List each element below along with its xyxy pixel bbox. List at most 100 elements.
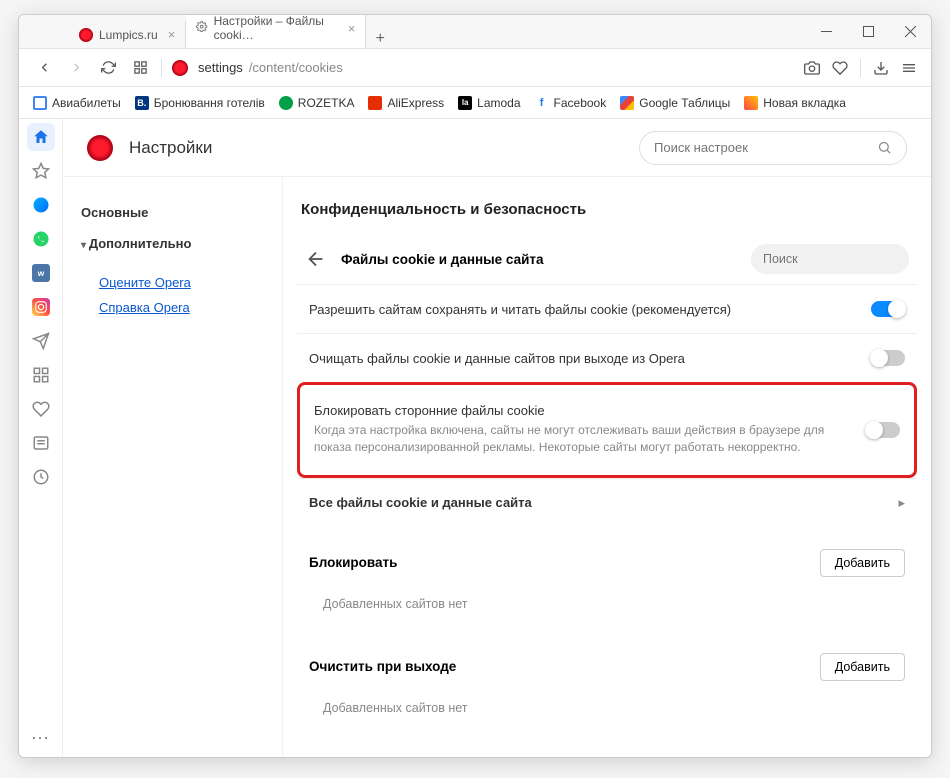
- svg-text:w: w: [36, 269, 44, 278]
- tab-lumpics[interactable]: Lumpics.ru ×: [69, 21, 186, 48]
- window-controls: [805, 15, 931, 48]
- toggle-block-thirdparty[interactable]: [866, 422, 900, 438]
- bookmark-aliexpress[interactable]: AliExpress: [368, 96, 444, 110]
- settings-search-input[interactable]: [654, 140, 877, 155]
- add-clear-button[interactable]: Добавить: [820, 653, 905, 681]
- url-path: /content/cookies: [249, 60, 343, 75]
- minimize-button[interactable]: [805, 15, 847, 48]
- reload-button[interactable]: [97, 57, 119, 79]
- dock-history-button[interactable]: [27, 463, 55, 491]
- dock-vk-button[interactable]: w: [27, 259, 55, 287]
- bookmark-facebook[interactable]: fFacebook: [535, 96, 607, 110]
- dock-news-button[interactable]: [27, 429, 55, 457]
- dock-home-button[interactable]: [27, 123, 55, 151]
- row-block-thirdparty[interactable]: Блокировать сторонние файлы cookie Когда…: [302, 387, 912, 473]
- subsection-search-input[interactable]: [763, 252, 924, 266]
- nav-help-link[interactable]: Справка Opera: [99, 300, 264, 315]
- bookmark-gsheets[interactable]: Google Таблицы: [620, 96, 730, 110]
- row-all-cookies[interactable]: Все файлы cookie и данные сайта ▸: [297, 478, 917, 527]
- row-label-group: Блокировать сторонние файлы cookie Когда…: [314, 403, 852, 457]
- settings-main: Конфиденциальность и безопасность Файлы …: [283, 177, 931, 757]
- chevron-right-icon: ▸: [898, 495, 905, 511]
- divider: [860, 59, 861, 77]
- download-icon[interactable]: [873, 60, 889, 76]
- bookmark-booking[interactable]: B.Бронювання готелів: [135, 96, 265, 110]
- section-heading: Конфиденциальность и безопасность: [301, 201, 913, 218]
- booking-icon: B.: [135, 96, 149, 110]
- menu-icon[interactable]: [901, 60, 917, 76]
- bookmark-lamoda[interactable]: laLamoda: [458, 96, 520, 110]
- opera-icon: [172, 60, 188, 76]
- settings-search[interactable]: [639, 131, 907, 165]
- nav-rate-link[interactable]: Оцените Opera: [99, 275, 264, 290]
- lamoda-icon: la: [458, 96, 472, 110]
- plane-icon: [33, 96, 47, 110]
- opera-logo: [87, 135, 113, 161]
- bookmark-rozetka[interactable]: ROZETKA: [279, 96, 355, 110]
- heart-icon[interactable]: [832, 60, 848, 76]
- speeddial-button[interactable]: [129, 57, 151, 79]
- bookmarks-bar: Авиабилеты B.Бронювання готелів ROZETKA …: [19, 87, 931, 119]
- gdrive-icon: [620, 96, 634, 110]
- subsection-search[interactable]: [751, 244, 909, 274]
- dock-messenger-button[interactable]: [27, 191, 55, 219]
- back-arrow-button[interactable]: [305, 248, 327, 270]
- tab-title: Настройки – Файлы cooki…: [214, 14, 338, 42]
- highlighted-setting: Блокировать сторонние файлы cookie Когда…: [297, 382, 917, 478]
- back-button[interactable]: [33, 57, 55, 79]
- page-title: Настройки: [129, 138, 623, 158]
- subsection-header: Файлы cookie и данные сайта: [297, 234, 917, 284]
- row-label: Очищать файлы cookie и данные сайтов при…: [309, 351, 857, 366]
- dock-apps-button[interactable]: [27, 361, 55, 389]
- window-titlebar: Lumpics.ru × Настройки – Файлы cooki… × …: [19, 15, 931, 49]
- dock-bookmarks-button[interactable]: [27, 157, 55, 185]
- close-icon[interactable]: ×: [168, 27, 176, 42]
- side-dock: w ⋯: [19, 119, 63, 757]
- nav-basic[interactable]: Основные: [81, 197, 264, 228]
- dock-heart-button[interactable]: [27, 395, 55, 423]
- new-tab-button[interactable]: +: [366, 30, 394, 48]
- rozetka-icon: [279, 96, 293, 110]
- gear-icon: [196, 21, 207, 35]
- settings-nav: Основные Дополнительно Оцените Opera Спр…: [63, 177, 283, 757]
- clear-section-header: Очистить при выходе Добавить: [297, 631, 917, 687]
- clear-empty-msg: Добавленных сайтов нет: [297, 687, 917, 735]
- bookmark-newpage[interactable]: Новая вкладка: [744, 96, 846, 110]
- divider: [161, 59, 162, 77]
- opera-favicon: [79, 28, 93, 42]
- toggle-allow-cookies[interactable]: [871, 301, 905, 317]
- row-allow-cookies[interactable]: Разрешить сайтам сохранять и читать файл…: [297, 284, 917, 333]
- close-button[interactable]: [889, 15, 931, 48]
- dock-instagram-button[interactable]: [27, 293, 55, 321]
- block-empty-msg: Добавленных сайтов нет: [297, 583, 917, 631]
- block-section-title: Блокировать: [309, 555, 397, 570]
- aliexpress-icon: [368, 96, 382, 110]
- facebook-icon: f: [535, 96, 549, 110]
- subsection-title: Файлы cookie и данные сайта: [341, 252, 737, 267]
- tab-strip: Lumpics.ru × Настройки – Файлы cooki… × …: [19, 15, 805, 48]
- bookmark-aviabilety[interactable]: Авиабилеты: [33, 96, 121, 110]
- tab-title: Lumpics.ru: [99, 28, 158, 42]
- clear-section-title: Очистить при выходе: [309, 659, 456, 674]
- add-block-button[interactable]: Добавить: [820, 549, 905, 577]
- addr-right-controls: [804, 59, 917, 77]
- page-icon: [744, 96, 758, 110]
- dock-send-button[interactable]: [27, 327, 55, 355]
- url-scheme: settings: [198, 60, 243, 75]
- dock-whatsapp-button[interactable]: [27, 225, 55, 253]
- url-field[interactable]: settings/content/cookies: [198, 60, 794, 75]
- row-clear-on-exit[interactable]: Очищать файлы cookie и данные сайтов при…: [297, 333, 917, 382]
- dock-more-button[interactable]: ⋯: [31, 728, 50, 757]
- forward-button[interactable]: [65, 57, 87, 79]
- block-section-header: Блокировать Добавить: [297, 527, 917, 583]
- search-icon: [877, 140, 892, 155]
- camera-icon[interactable]: [804, 60, 820, 76]
- row-label: Блокировать сторонние файлы cookie: [314, 403, 852, 418]
- nav-advanced[interactable]: Дополнительно: [81, 228, 264, 259]
- maximize-button[interactable]: [847, 15, 889, 48]
- tab-settings[interactable]: Настройки – Файлы cooki… ×: [186, 14, 366, 48]
- row-label: Все файлы cookie и данные сайта: [309, 495, 884, 510]
- close-icon[interactable]: ×: [348, 21, 356, 36]
- toggle-clear-on-exit[interactable]: [871, 350, 905, 366]
- row-description: Когда эта настройка включена, сайты не м…: [314, 422, 852, 457]
